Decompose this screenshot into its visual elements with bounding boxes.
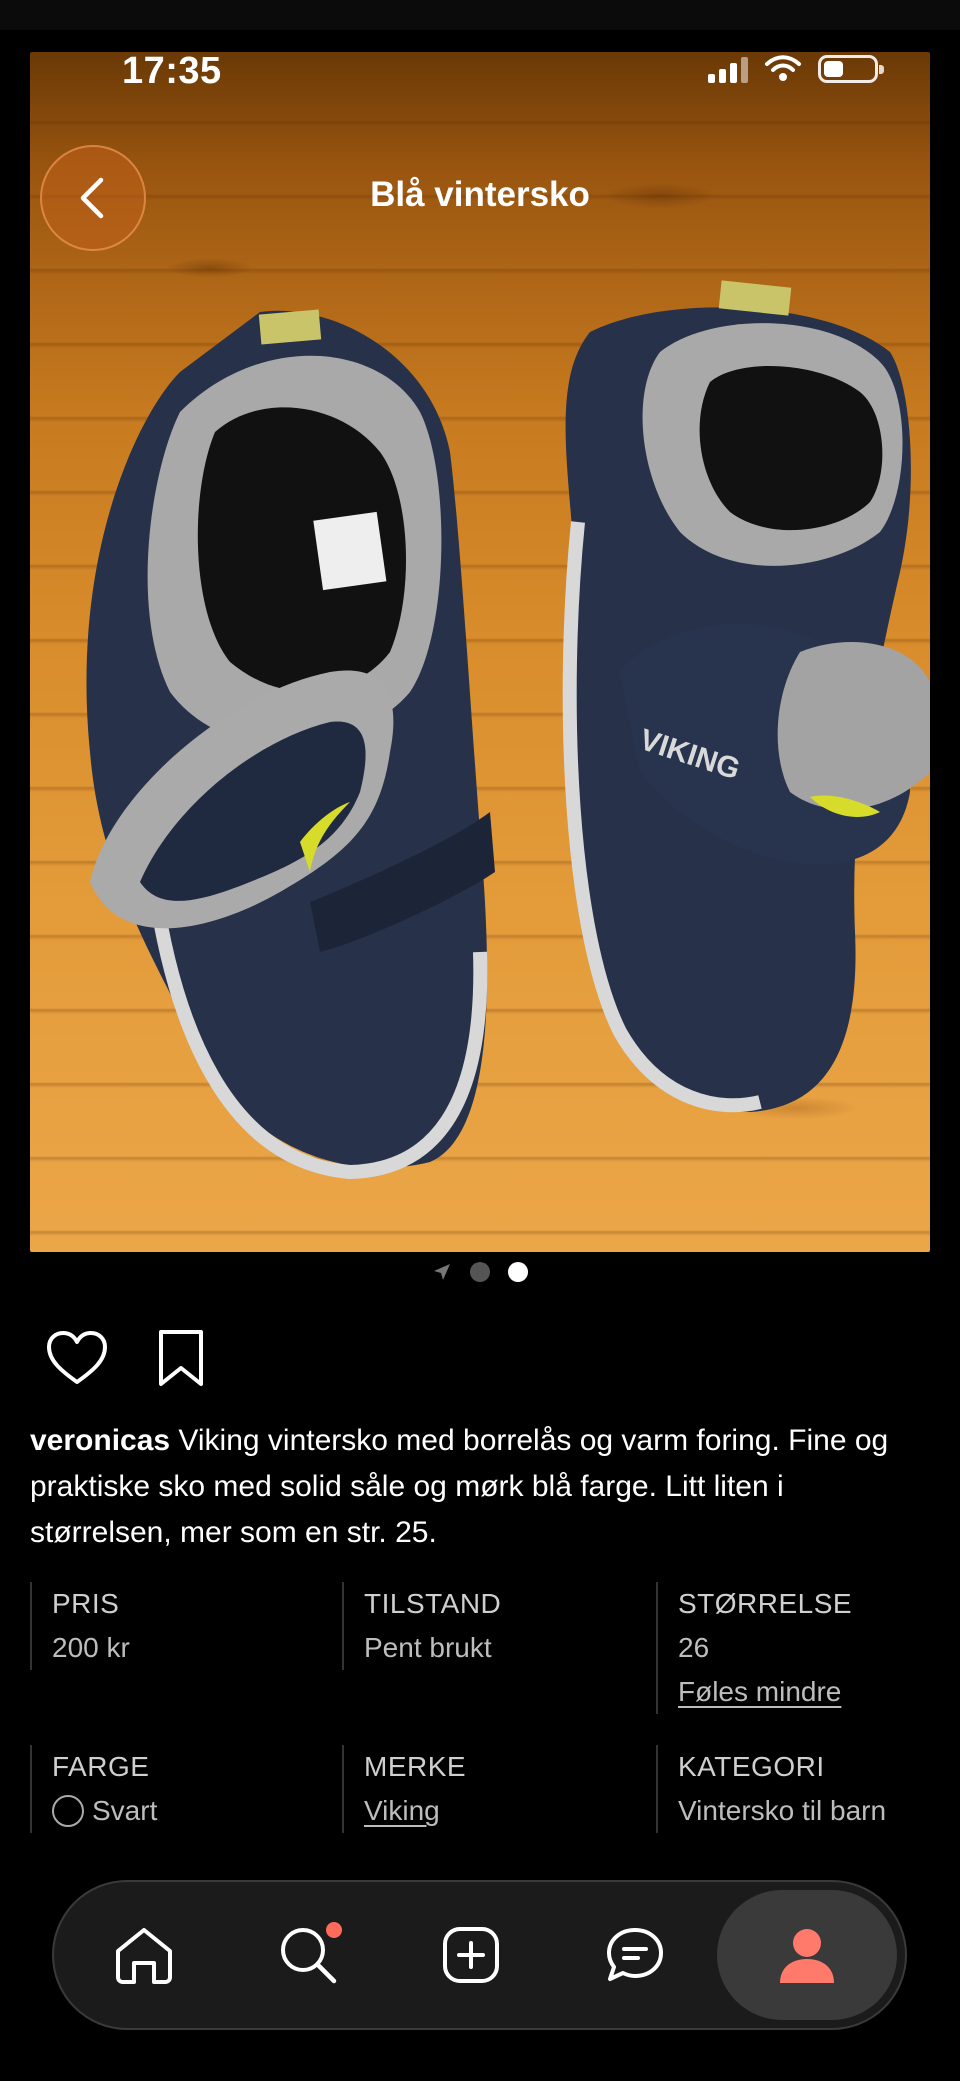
detail-brand: MERKE Viking (342, 1745, 638, 1833)
messages-icon (607, 1928, 664, 1981)
listing-description: veronicas Viking vintersko med borrelås … (30, 1418, 920, 1556)
wifi-icon (764, 55, 802, 83)
size-note-link[interactable]: Føles mindre (678, 1670, 952, 1714)
page-title: Blå vintersko (370, 175, 590, 214)
right-boot: VIKING (562, 280, 930, 1113)
detail-condition: TILSTAND Pent brukt (342, 1582, 638, 1670)
detail-size: STØRRELSE 26 Føles mindre (656, 1582, 952, 1714)
size-label: STØRRELSE (678, 1588, 853, 1619)
tab-add[interactable] (390, 1890, 554, 2020)
status-time: 17:35 (122, 50, 222, 92)
bottom-tab-bar (52, 1880, 907, 2030)
battery-icon (818, 55, 884, 83)
carousel-indicator (0, 1262, 960, 1282)
action-row (46, 1328, 206, 1388)
price-label: PRIS (52, 1588, 120, 1619)
detail-category: KATEGORI Vintersko til barn (656, 1745, 952, 1833)
boots-illustration: VIKING (86, 280, 930, 1180)
status-icons (708, 55, 884, 83)
color-label: FARGE (52, 1751, 150, 1782)
tab-home[interactable] (62, 1890, 226, 2020)
signal-icon (708, 57, 748, 83)
top-bleed (0, 0, 960, 30)
carousel-dot-active[interactable] (508, 1262, 528, 1282)
seller-username[interactable]: veronicas (30, 1424, 170, 1457)
location-arrow-icon (434, 1264, 450, 1280)
price-value: 200 kr (52, 1632, 130, 1663)
tab-profile[interactable] (717, 1890, 897, 2020)
size-value: 26 (678, 1632, 710, 1663)
color-value: Svart (92, 1795, 158, 1826)
condition-value: Pent brukt (364, 1632, 492, 1663)
home-icon (115, 1928, 172, 1984)
add-icon (443, 1927, 500, 1983)
tab-search[interactable] (226, 1890, 390, 2020)
notification-dot (325, 1922, 342, 1938)
left-boot (86, 309, 495, 1180)
condition-label: TILSTAND (364, 1588, 502, 1619)
bookmark-icon[interactable] (156, 1328, 206, 1388)
detail-color: FARGE Svart (30, 1745, 326, 1833)
tab-messages[interactable] (553, 1890, 717, 2020)
heart-icon[interactable] (46, 1330, 108, 1386)
detail-price: PRIS 200 kr (30, 1582, 326, 1670)
color-value-row: Svart (52, 1789, 326, 1833)
carousel-dot[interactable] (470, 1262, 490, 1282)
category-label: KATEGORI (678, 1751, 825, 1782)
brand-label: MERKE (364, 1751, 467, 1782)
profile-icon (780, 1929, 835, 1983)
brand-link[interactable]: Viking (364, 1789, 638, 1833)
color-swatch-icon (52, 1794, 84, 1827)
category-value: Vintersko til barn (678, 1795, 887, 1826)
